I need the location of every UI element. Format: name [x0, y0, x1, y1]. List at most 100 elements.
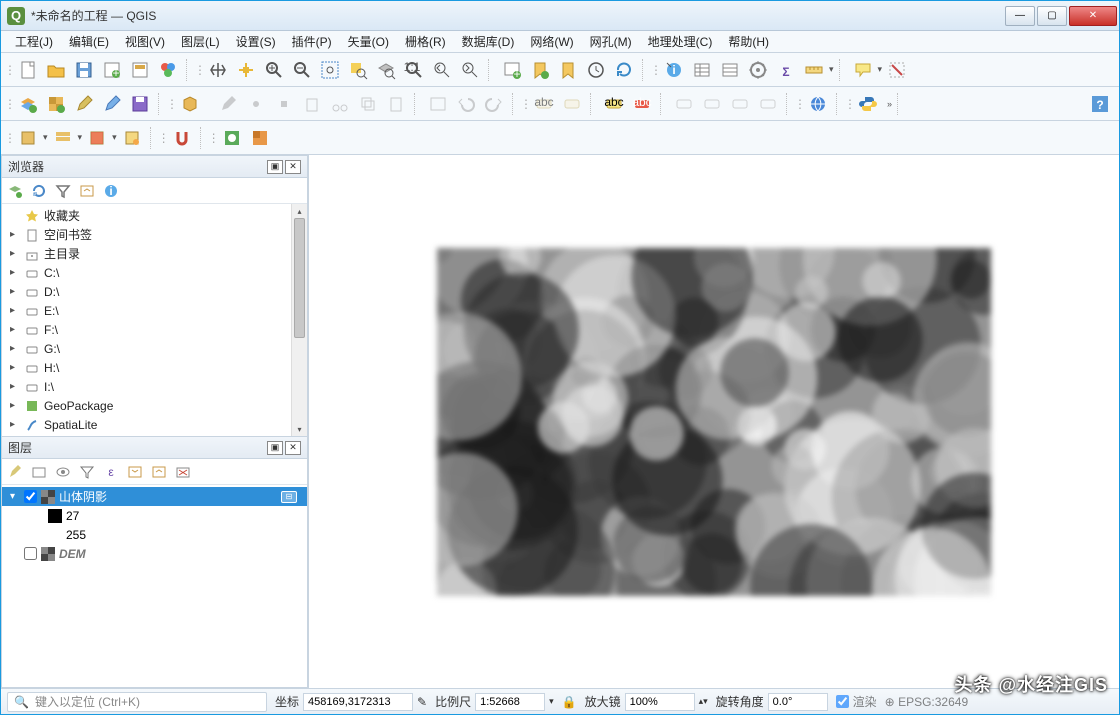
browser-item[interactable]: ▸GeoPackage: [2, 396, 307, 415]
minimize-button[interactable]: —: [1005, 6, 1035, 26]
help-button[interactable]: ?: [1087, 91, 1113, 117]
label-move-button[interactable]: [727, 91, 753, 117]
collapse-all-icon[interactable]: [78, 182, 96, 200]
toolbar-grip[interactable]: ⋮: [523, 97, 529, 111]
coord-input[interactable]: [303, 693, 413, 711]
diagram-button[interactable]: abc: [629, 91, 655, 117]
browser-item[interactable]: ▸G:\: [2, 339, 307, 358]
cut-features-button[interactable]: [327, 91, 353, 117]
browser-item[interactable]: ▸C:\: [2, 263, 307, 282]
label-tool-1[interactable]: abc: [531, 91, 557, 117]
save-edits-button[interactable]: [127, 91, 153, 117]
toolbar-grip[interactable]: ⋮: [169, 97, 175, 111]
menu-raster[interactable]: 栅格(R): [399, 31, 452, 52]
close-button[interactable]: ✕: [1069, 6, 1117, 26]
modify-attributes-button[interactable]: [425, 91, 451, 117]
deselect-button[interactable]: [884, 57, 910, 83]
add-layer-icon[interactable]: [6, 182, 24, 200]
menu-vector[interactable]: 矢量(O): [342, 31, 395, 52]
new-project-button[interactable]: [15, 57, 41, 83]
menu-edit[interactable]: 编辑(E): [63, 31, 115, 52]
toolbar-grip[interactable]: ⋮: [797, 97, 803, 111]
menu-project[interactable]: 工程(J): [9, 31, 59, 52]
map-canvas[interactable]: [309, 155, 1119, 688]
collapse-all-icon[interactable]: [150, 463, 168, 481]
browser-item[interactable]: ▸H:\: [2, 358, 307, 377]
layer-tree[interactable]: ▾山体阴影⊟27255DEM: [2, 485, 307, 687]
toolbar-grip[interactable]: ⋮: [7, 63, 13, 77]
label-tool-2[interactable]: [559, 91, 585, 117]
remove-layer-icon[interactable]: [174, 463, 192, 481]
map-tips-button[interactable]: [850, 57, 876, 83]
panel-float-button[interactable]: ▣: [267, 160, 283, 174]
layer-checkbox[interactable]: [24, 490, 37, 503]
browser-item[interactable]: ▸I:\: [2, 377, 307, 396]
select-by-value-button[interactable]: [50, 125, 76, 151]
zoom-last-button[interactable]: [429, 57, 455, 83]
filter-legend-icon[interactable]: [78, 463, 96, 481]
toolbar-grip[interactable]: ⋮: [7, 131, 13, 145]
raster-calc-button[interactable]: [247, 125, 273, 151]
browser-tree[interactable]: 收藏夹▸空间书签▸主目录▸C:\▸D:\▸E:\▸F:\▸G:\▸H:\▸I:\…: [2, 204, 307, 436]
zoom-to-selection-button[interactable]: [345, 57, 371, 83]
menu-help[interactable]: 帮助(H): [722, 31, 775, 52]
zoom-in-button[interactable]: [261, 57, 287, 83]
add-vector-layer-button[interactable]: [15, 91, 41, 117]
layer-note-icon[interactable]: ⊟: [281, 491, 297, 503]
pan-button[interactable]: [205, 57, 231, 83]
select-all-button[interactable]: [119, 125, 145, 151]
select-features-button[interactable]: [15, 125, 41, 151]
current-edits-button[interactable]: [71, 91, 97, 117]
menu-view[interactable]: 视图(V): [119, 31, 171, 52]
show-bookmarks-button[interactable]: [555, 57, 581, 83]
render-checkbox[interactable]: [836, 695, 849, 708]
browser-item[interactable]: ▸SpatiaLite: [2, 415, 307, 434]
label-highlight-button[interactable]: [671, 91, 697, 117]
metasearch-button[interactable]: [805, 91, 831, 117]
panel-close-button[interactable]: ✕: [285, 160, 301, 174]
browser-item[interactable]: ▸F:\: [2, 320, 307, 339]
snapping-button[interactable]: [169, 125, 195, 151]
measure-button[interactable]: [801, 57, 827, 83]
menu-database[interactable]: 数据库(D): [456, 31, 521, 52]
toolbar-grip[interactable]: ⋮: [653, 63, 659, 77]
layer-value[interactable]: 255: [2, 525, 307, 544]
new-map-view-button[interactable]: +: [499, 57, 525, 83]
open-project-button[interactable]: [43, 57, 69, 83]
add-polygon-button[interactable]: [177, 91, 203, 117]
scale-input[interactable]: [475, 693, 545, 711]
menu-web[interactable]: 网络(W): [524, 31, 579, 52]
toolbox-button[interactable]: [745, 57, 771, 83]
add-feature-button[interactable]: [215, 91, 241, 117]
expand-all-icon[interactable]: [126, 463, 144, 481]
panel-close-button[interactable]: ✕: [285, 441, 301, 455]
layer-checkbox[interactable]: [24, 547, 37, 560]
redo-button[interactable]: [481, 91, 507, 117]
browser-item[interactable]: ▸主目录: [2, 244, 307, 263]
open-attribute-table-button[interactable]: [689, 57, 715, 83]
properties-icon[interactable]: i: [102, 182, 120, 200]
expression-filter-icon[interactable]: ε: [102, 463, 120, 481]
menu-settings[interactable]: 设置(S): [230, 31, 282, 52]
new-print-layout-button[interactable]: +: [99, 57, 125, 83]
locator-search[interactable]: 🔍 键入以定位 (Ctrl+K): [7, 692, 267, 712]
python-console-button[interactable]: [855, 91, 881, 117]
mag-input[interactable]: [625, 693, 695, 711]
save-project-button[interactable]: [71, 57, 97, 83]
georeferencer-button[interactable]: [219, 125, 245, 151]
toolbar-grip[interactable]: ⋮: [847, 97, 853, 111]
toolbar-grip[interactable]: ⋮: [7, 97, 13, 111]
deselect-all-button[interactable]: [84, 125, 110, 151]
new-bookmark-button[interactable]: [527, 57, 553, 83]
paste-features-button[interactable]: [383, 91, 409, 117]
toolbar-grip[interactable]: ⋮: [161, 131, 167, 145]
menu-processing[interactable]: 地理处理(C): [642, 31, 719, 52]
zoom-native-button[interactable]: 1:1: [401, 57, 427, 83]
identify-button[interactable]: i: [661, 57, 687, 83]
zoom-full-button[interactable]: [317, 57, 343, 83]
style-manager-button[interactable]: [155, 57, 181, 83]
move-feature-button[interactable]: [243, 91, 269, 117]
lock-icon[interactable]: 🔒: [562, 695, 577, 709]
label-pin-button[interactable]: [699, 91, 725, 117]
rot-input[interactable]: [768, 693, 828, 711]
